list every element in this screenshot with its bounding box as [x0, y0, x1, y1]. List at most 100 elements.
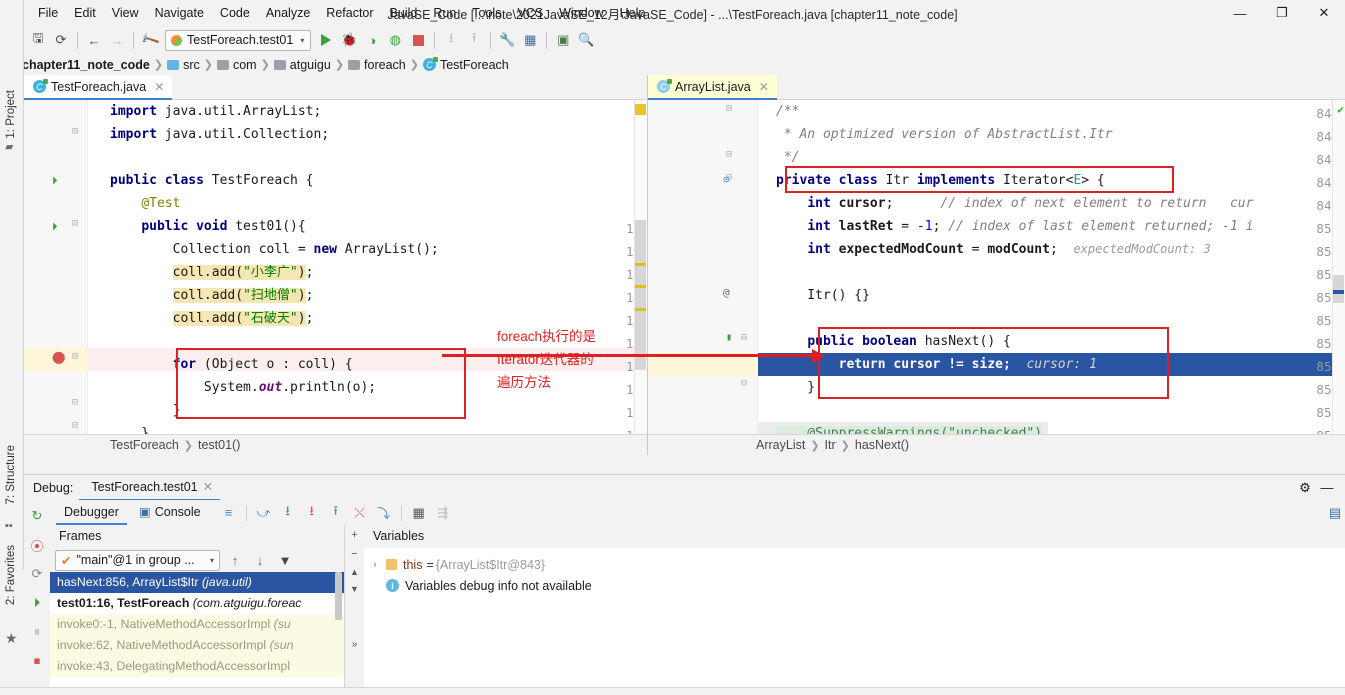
- run-test-gutter-icon[interactable]: ⏵: [52, 174, 58, 188]
- search-everywhere-icon[interactable]: 🔍: [575, 29, 597, 51]
- run-method-gutter-icon[interactable]: ⏵: [52, 220, 58, 234]
- fold-marker-icon-5[interactable]: ⊟: [72, 420, 78, 431]
- resume-icon[interactable]: ⏵: [27, 593, 47, 613]
- list-item[interactable]: invoke:62, NativeMethodAccessorImpl (sun: [50, 635, 344, 656]
- more-actions-icon[interactable]: »: [352, 639, 358, 650]
- filter-icon[interactable]: ▼: [275, 550, 295, 570]
- run-icon[interactable]: [315, 29, 337, 51]
- frames-scrollbar-thumb[interactable]: [335, 572, 342, 620]
- tab-arraylist-java[interactable]: C ArrayList.java ✕: [648, 75, 777, 100]
- right-marker-bar[interactable]: ✔: [1332, 100, 1345, 434]
- build-hammer-icon[interactable]: 🔨: [135, 25, 165, 55]
- warning-marker-icon[interactable]: [635, 104, 646, 115]
- thread-selector[interactable]: ✔ "main"@1 in group ... ▾: [55, 549, 220, 571]
- breakpoint-icon[interactable]: ⬤: [52, 350, 65, 364]
- gear-icon[interactable]: ⚙: [1295, 478, 1315, 498]
- drop-frame-icon[interactable]: ⤬: [350, 503, 370, 523]
- tab-testforeach-java[interactable]: C TestForeach.java ✕: [24, 75, 173, 100]
- menu-run[interactable]: Run: [425, 3, 464, 23]
- menu-analyze[interactable]: Analyze: [258, 3, 318, 23]
- mute-breakpoints-icon[interactable]: ≡: [219, 503, 239, 523]
- menu-vcs[interactable]: VCS: [509, 3, 551, 23]
- editor-scrollbar-thumb[interactable]: [635, 220, 646, 370]
- run-to-cursor-icon[interactable]: ⤵: [374, 503, 394, 523]
- variable-row[interactable]: › this = {ArrayList$Itr@843}: [370, 554, 1345, 575]
- view-breakpoints-icon[interactable]: ⦿: [27, 535, 47, 555]
- save-all-icon[interactable]: 🖫: [27, 29, 49, 51]
- editor-scrollbar-thumb-2[interactable]: [1333, 275, 1344, 303]
- sidebar-item-favorites[interactable]: 2: Favorites: [5, 545, 17, 605]
- menu-tools[interactable]: Tools: [464, 3, 509, 23]
- breadcrumb-inner-class[interactable]: Itr: [825, 438, 836, 452]
- left-code-editor[interactable]: 5 6 7 8 9 10 11 12 13 14 15 16 17 18 19: [24, 100, 647, 434]
- left-gutter[interactable]: [24, 100, 88, 434]
- list-item[interactable]: hasNext:856, ArrayList$Itr (java.util): [50, 572, 344, 593]
- move-down-icon[interactable]: ▼: [350, 584, 359, 594]
- sidebar-item-structure[interactable]: 7: Structure: [5, 445, 17, 504]
- settings-wrench-icon[interactable]: 🔧: [496, 29, 518, 51]
- pause-icon[interactable]: ⏸: [27, 622, 47, 642]
- menu-refactor[interactable]: Refactor: [318, 3, 381, 23]
- session-close-icon[interactable]: ✕: [203, 479, 213, 494]
- evaluate-expression-icon[interactable]: ▦: [409, 503, 429, 523]
- close-icon-2[interactable]: ✕: [759, 80, 769, 94]
- profile-icon[interactable]: ◍: [384, 29, 406, 51]
- force-step-into-icon[interactable]: ⭳: [302, 503, 322, 523]
- menu-edit[interactable]: Edit: [66, 3, 104, 23]
- fold-marker-icon-2[interactable]: ⊟: [72, 218, 78, 229]
- fold-marker-r-4[interactable]: ⊟: [741, 332, 747, 343]
- menu-code[interactable]: Code: [212, 3, 258, 23]
- settings-icon[interactable]: ⇶: [433, 503, 453, 523]
- inspection-ok-icon[interactable]: ✔: [1337, 103, 1344, 116]
- up-arrow-icon[interactable]: ↑: [225, 550, 245, 570]
- implemented-method-icon[interactable]: ⊙: [723, 173, 730, 186]
- minimize-icon[interactable]: —: [1317, 478, 1337, 498]
- step-over-icon[interactable]: ⤻: [254, 503, 274, 523]
- breadcrumb-class-2[interactable]: ArrayList: [756, 438, 805, 452]
- list-item[interactable]: invoke:43, DelegatingMethodAccessorImpl: [50, 656, 344, 677]
- navbar-item-com[interactable]: com: [216, 58, 257, 72]
- restore-layout-icon[interactable]: ⟳: [27, 564, 47, 584]
- close-button[interactable]: ✕: [1303, 0, 1345, 26]
- breadcrumb-class[interactable]: TestForeach: [110, 438, 179, 452]
- list-item[interactable]: invoke0:-1, NativeMethodAccessorImpl (su: [50, 614, 344, 635]
- navbar-item-atguigu[interactable]: atguigu: [273, 58, 331, 72]
- debug-icon[interactable]: 🐞: [338, 29, 360, 51]
- restore-button[interactable]: ❐: [1261, 0, 1303, 26]
- sidebar-item-project[interactable]: 1: Project: [5, 90, 17, 139]
- list-item[interactable]: test01:16, TestForeach (com.atguigu.fore…: [50, 593, 344, 614]
- fold-marker-icon[interactable]: ⊟: [72, 126, 78, 137]
- run-coverage-icon[interactable]: ◑: [361, 29, 383, 51]
- menu-navigate[interactable]: Navigate: [147, 3, 212, 23]
- update-project-icon[interactable]: ⭳: [440, 29, 462, 51]
- chevron-right-icon[interactable]: ›: [370, 559, 380, 570]
- frame-list[interactable]: hasNext:856, ArrayList$Itr (java.util) t…: [50, 572, 344, 695]
- breadcrumb-method[interactable]: test01(): [198, 438, 240, 452]
- step-out-icon[interactable]: ⭱: [326, 503, 346, 523]
- tab-console[interactable]: ▣ Console: [131, 500, 209, 525]
- step-into-icon[interactable]: ⭳: [278, 503, 298, 523]
- remove-watch-icon[interactable]: −: [351, 548, 357, 560]
- navbar-item-src[interactable]: src: [167, 58, 200, 72]
- debug-session-tab[interactable]: TestForeach.test01 ✕: [79, 475, 221, 501]
- menu-help[interactable]: Help: [612, 3, 654, 23]
- close-icon[interactable]: ✕: [154, 80, 164, 94]
- commit-icon[interactable]: ⭱: [463, 29, 485, 51]
- move-up-icon[interactable]: ▲: [350, 567, 359, 577]
- back-arrow-icon[interactable]: ←: [83, 29, 105, 51]
- forward-arrow-icon[interactable]: →: [106, 29, 128, 51]
- menu-build[interactable]: Build: [382, 3, 426, 23]
- left-marker-bar[interactable]: [634, 100, 647, 434]
- fold-marker-icon-4[interactable]: ⊟: [72, 397, 78, 408]
- fold-marker-r-5[interactable]: ⊟: [741, 378, 747, 389]
- rerun-icon[interactable]: ↻: [27, 506, 47, 526]
- menu-window[interactable]: Window: [551, 3, 611, 23]
- minimize-button[interactable]: —: [1219, 0, 1261, 26]
- project-structure-icon[interactable]: ▦: [519, 29, 541, 51]
- fold-marker-r-1[interactable]: ⊟: [726, 103, 732, 114]
- fold-marker-r-2[interactable]: ⊟: [726, 149, 732, 160]
- breadcrumb-method-2[interactable]: hasNext(): [855, 438, 909, 452]
- navbar-item-foreach[interactable]: foreach: [348, 58, 406, 72]
- run-configuration-selector[interactable]: TestForeach.test01 ▾: [165, 29, 312, 51]
- stop-icon-2[interactable]: ⏹: [27, 651, 47, 671]
